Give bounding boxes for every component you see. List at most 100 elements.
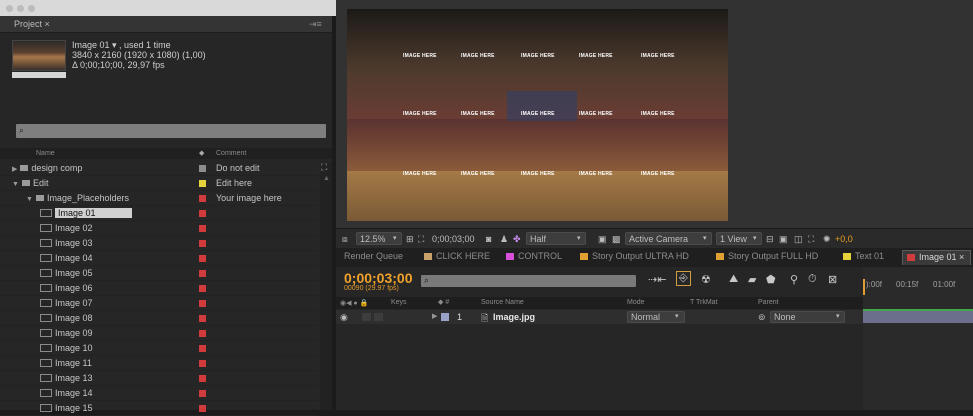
expand-icon[interactable]: ▶	[12, 166, 17, 173]
label-color-swatch[interactable]	[199, 315, 206, 322]
draft-3d-icon[interactable]: ⎆	[676, 271, 691, 286]
minimize-dot[interactable]	[17, 5, 24, 12]
project-row[interactable]: Image 03	[0, 236, 318, 251]
label-color-swatch[interactable]	[199, 390, 206, 397]
project-row-comment[interactable]: Your image here	[216, 193, 282, 203]
scroll-up-icon[interactable]: ▲	[323, 175, 330, 182]
layer-label-swatch[interactable]	[441, 313, 449, 321]
project-search-input[interactable]: ⌕	[16, 124, 326, 138]
mask-icon[interactable]: ⛶	[418, 234, 424, 245]
project-row[interactable]: Image 01	[0, 206, 318, 221]
project-row[interactable]: Image 04	[0, 251, 318, 266]
project-row[interactable]: Image 10	[0, 341, 318, 356]
pickwhip-icon[interactable]: ⊚	[758, 312, 766, 323]
expand-icon[interactable]: ▶	[432, 312, 437, 320]
panel-menu-icon[interactable]: ⇥≡	[309, 19, 322, 30]
hide-shy-icon[interactable]: ☢	[701, 273, 711, 286]
tab-story-output-full-hd[interactable]: Story Output FULL HD	[716, 251, 818, 261]
project-row[interactable]: Image 02	[0, 221, 318, 236]
layer-duration-bar[interactable]	[863, 309, 973, 323]
col-mode[interactable]: Mode	[627, 299, 645, 306]
zoom-dropdown[interactable]: 12.5% ▾	[356, 232, 402, 245]
toggle-pixel-icon[interactable]: ⊟	[766, 234, 774, 245]
parent-dropdown[interactable]: None ▾	[770, 311, 845, 323]
col-comment[interactable]: Comment	[216, 150, 246, 157]
solo-toggle[interactable]	[362, 313, 371, 321]
tab-render-queue[interactable]: Render Queue	[344, 251, 403, 261]
flowchart-icon[interactable]: ⛶	[321, 162, 327, 173]
scrollbar[interactable]: ⛶ ▲	[320, 162, 332, 410]
col-name[interactable]: Name	[36, 150, 55, 157]
project-row-comment[interactable]: Do not edit	[216, 163, 260, 173]
lock-toggle[interactable]	[374, 313, 383, 321]
fast-preview-icon[interactable]: ▣	[779, 234, 788, 245]
project-row[interactable]: Image 08	[0, 311, 318, 326]
current-time[interactable]: 0;00;03;00	[344, 270, 413, 286]
project-row[interactable]: Image 15	[0, 401, 318, 416]
project-row[interactable]: Image 06	[0, 281, 318, 296]
exposure-icon[interactable]: ✺	[823, 234, 831, 245]
label-color-swatch[interactable]	[199, 300, 206, 307]
playhead[interactable]	[863, 279, 865, 295]
label-color-swatch[interactable]	[199, 165, 206, 172]
time-ruler[interactable]: ):00f 00:15f 01:00f	[863, 270, 973, 295]
tab-story-output-ultra-hd[interactable]: Story Output ULTRA HD	[580, 251, 689, 261]
label-color-swatch[interactable]	[199, 405, 206, 412]
label-color-swatch[interactable]	[199, 285, 206, 292]
label-color-swatch[interactable]	[199, 195, 206, 202]
collapse-icon[interactable]: ▼	[26, 196, 33, 203]
label-color-swatch[interactable]	[199, 210, 206, 217]
label-color-swatch[interactable]	[199, 225, 206, 232]
composition-mini-flowchart-icon[interactable]: ⇢⇤	[648, 273, 666, 286]
label-color-swatch[interactable]	[199, 270, 206, 277]
flowchart-icon[interactable]: ⛶	[808, 234, 814, 245]
blend-mode-dropdown[interactable]: Normal ▾	[627, 311, 685, 323]
label-col-icon[interactable]: ◆ #	[438, 298, 449, 306]
project-row[interactable]: Image 07	[0, 296, 318, 311]
label-color-swatch[interactable]	[199, 360, 206, 367]
tab-control[interactable]: CONTROL	[506, 251, 562, 261]
layer-name[interactable]: Image.jpg	[493, 312, 535, 322]
graph-toggle-icon[interactable]: ⊠	[828, 273, 837, 286]
eye-icon[interactable]: ◉	[340, 312, 348, 323]
layer-row[interactable]: ◉ ▶ 1 🗎 Image.jpg Normal ▾ ⊚ None ▾	[336, 310, 863, 324]
project-row[interactable]: Image 11	[0, 356, 318, 371]
timeline-search-input[interactable]: ⌕	[421, 275, 636, 287]
label-color-swatch[interactable]	[199, 375, 206, 382]
channel-icon[interactable]: ✤	[513, 234, 521, 245]
collapse-icon[interactable]: ▼	[12, 181, 19, 188]
label-color-swatch[interactable]	[199, 240, 206, 247]
project-row[interactable]: Image 13	[0, 371, 318, 386]
snapshot-icon[interactable]: ◙	[486, 234, 491, 244]
col-trkmat[interactable]: T TrkMat	[690, 299, 717, 306]
stopwatch-icon[interactable]: ⏱	[808, 273, 817, 286]
project-tab[interactable]: Project ×	[14, 19, 50, 29]
exposure-value[interactable]: +0,0	[835, 234, 853, 244]
label-col-icon[interactable]: ◆	[199, 149, 204, 157]
label-color-swatch[interactable]	[199, 330, 206, 337]
label-color-swatch[interactable]	[199, 345, 206, 352]
frame-blending-icon[interactable]: ⛰	[729, 273, 738, 286]
project-row[interactable]: ▼ Edit Edit here	[0, 176, 318, 191]
tab-text-01[interactable]: Text 01	[843, 251, 884, 261]
label-color-swatch[interactable]	[199, 255, 206, 262]
close-dot[interactable]	[6, 5, 13, 12]
tab-image-01[interactable]: Image 01 ×	[902, 250, 972, 265]
col-keys[interactable]: Keys	[391, 299, 407, 306]
transparency-icon[interactable]: ▩	[612, 234, 621, 245]
project-row[interactable]: Image 05	[0, 266, 318, 281]
tab-click-here[interactable]: CLICK HERE	[424, 251, 490, 261]
close-icon[interactable]: ×	[45, 19, 50, 29]
project-row[interactable]: Image 09	[0, 326, 318, 341]
label-color-swatch[interactable]	[199, 180, 206, 187]
graph-editor-icon[interactable]: ⬟	[766, 273, 776, 286]
project-row[interactable]: ▶ design comp Do not edit	[0, 161, 318, 176]
camera-dropdown[interactable]: Active Camera ▾	[625, 232, 712, 245]
col-source-name[interactable]: Source Name	[481, 299, 524, 306]
av-switches-icon[interactable]: ◉◀ ● 🔒	[340, 299, 368, 307]
col-parent[interactable]: Parent	[758, 299, 779, 306]
motion-blur-icon[interactable]: ▰	[748, 273, 756, 286]
maximize-dot[interactable]	[28, 5, 35, 12]
resolution-dropdown[interactable]: Half ▾	[526, 232, 586, 245]
project-row[interactable]: Image 14	[0, 386, 318, 401]
